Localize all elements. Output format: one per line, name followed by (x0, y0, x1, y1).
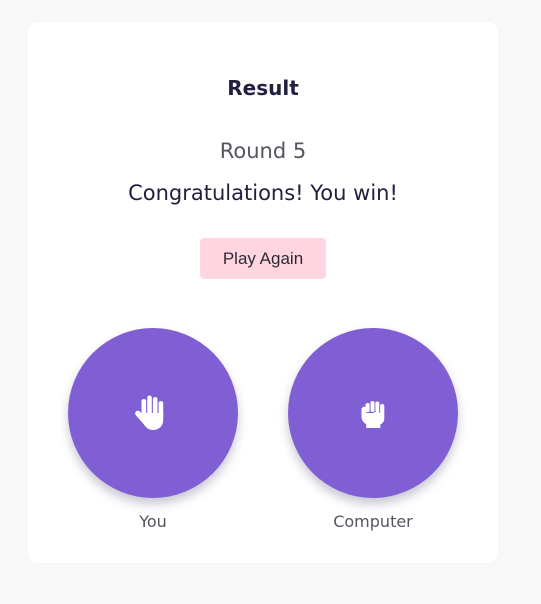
result-card: Result Round 5 Congratulations! You win!… (28, 22, 498, 563)
round-indicator: Round 5 (219, 139, 307, 163)
player-choice-circle (68, 328, 238, 498)
hand-rock-icon (353, 393, 393, 433)
player-computer-label: Computer (333, 512, 413, 531)
result-title: Result (227, 76, 299, 100)
player-you: You (68, 328, 238, 531)
player-you-label: You (139, 512, 167, 531)
hand-paper-icon (133, 393, 173, 433)
play-again-button[interactable]: Play Again (200, 238, 326, 279)
computer-choice-circle (288, 328, 458, 498)
result-message: Congratulations! You win! (128, 181, 398, 205)
player-computer: Computer (288, 328, 458, 531)
